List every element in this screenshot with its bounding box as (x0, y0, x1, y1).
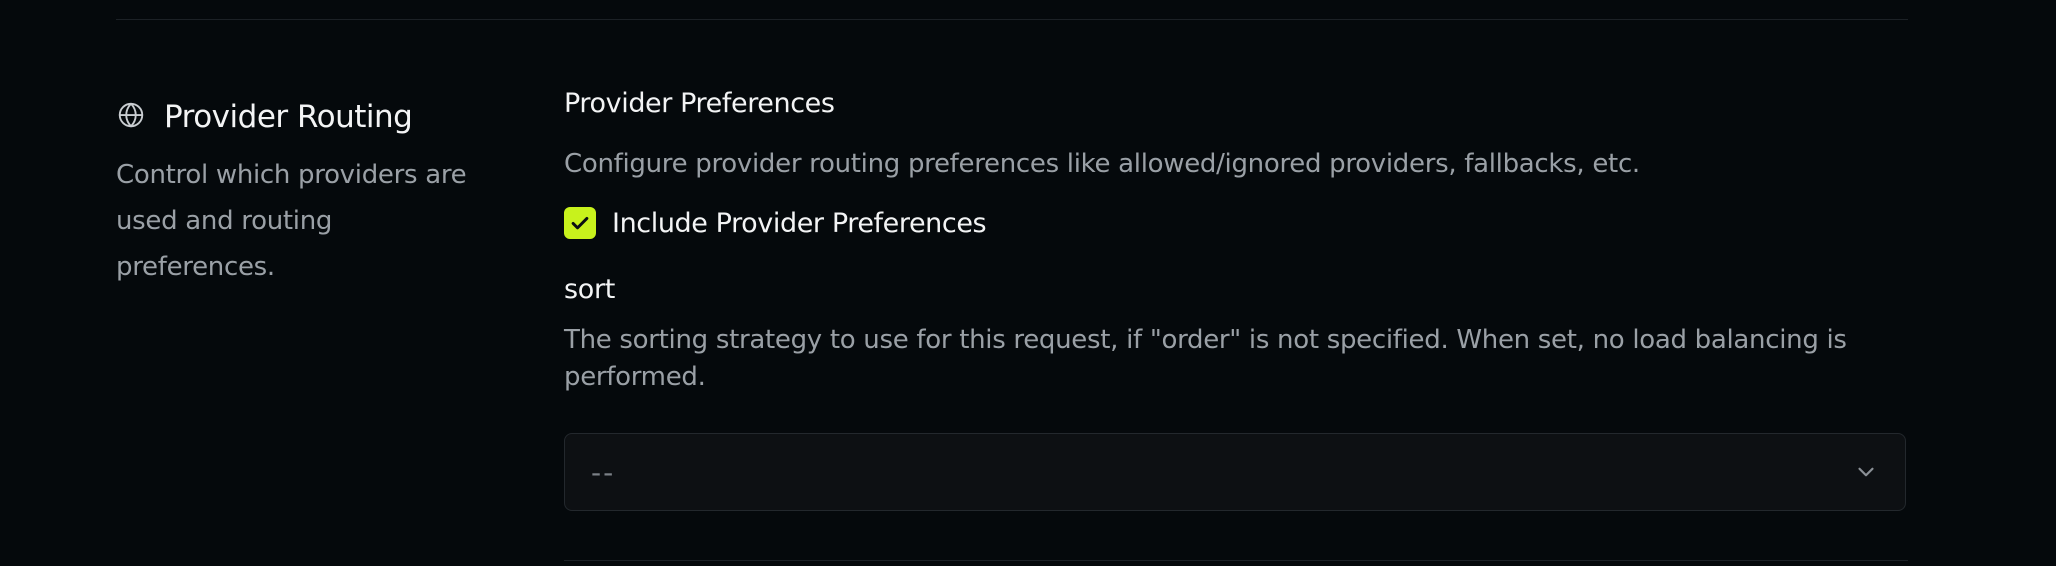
section-sidebar: Provider Routing Control which providers… (116, 92, 496, 290)
chevron-down-icon (1853, 459, 1879, 485)
globe-icon (116, 100, 146, 130)
sort-description: The sorting strategy to use for this req… (564, 325, 1847, 392)
provider-preferences-title: Provider Preferences (564, 88, 835, 119)
sort-select-value: -- (591, 455, 616, 489)
checkmark-icon (571, 216, 589, 230)
section-header: Provider Routing (116, 92, 496, 138)
include-preferences-checkbox-row[interactable]: Include Provider Preferences (564, 204, 1908, 242)
include-preferences-label[interactable]: Include Provider Preferences (612, 208, 987, 239)
top-divider (116, 19, 1908, 20)
provider-preferences-description: Configure provider routing preferences l… (564, 149, 1640, 179)
section-description: Control which providers are used and rou… (116, 160, 467, 282)
settings-panel: Provider Preferences Configure provider … (564, 84, 1908, 511)
bottom-divider (564, 560, 1908, 561)
section-title: Provider Routing (164, 99, 413, 135)
include-preferences-checkbox[interactable] (564, 207, 596, 239)
sort-select[interactable]: -- (564, 433, 1906, 511)
sort-label: sort (564, 274, 616, 305)
